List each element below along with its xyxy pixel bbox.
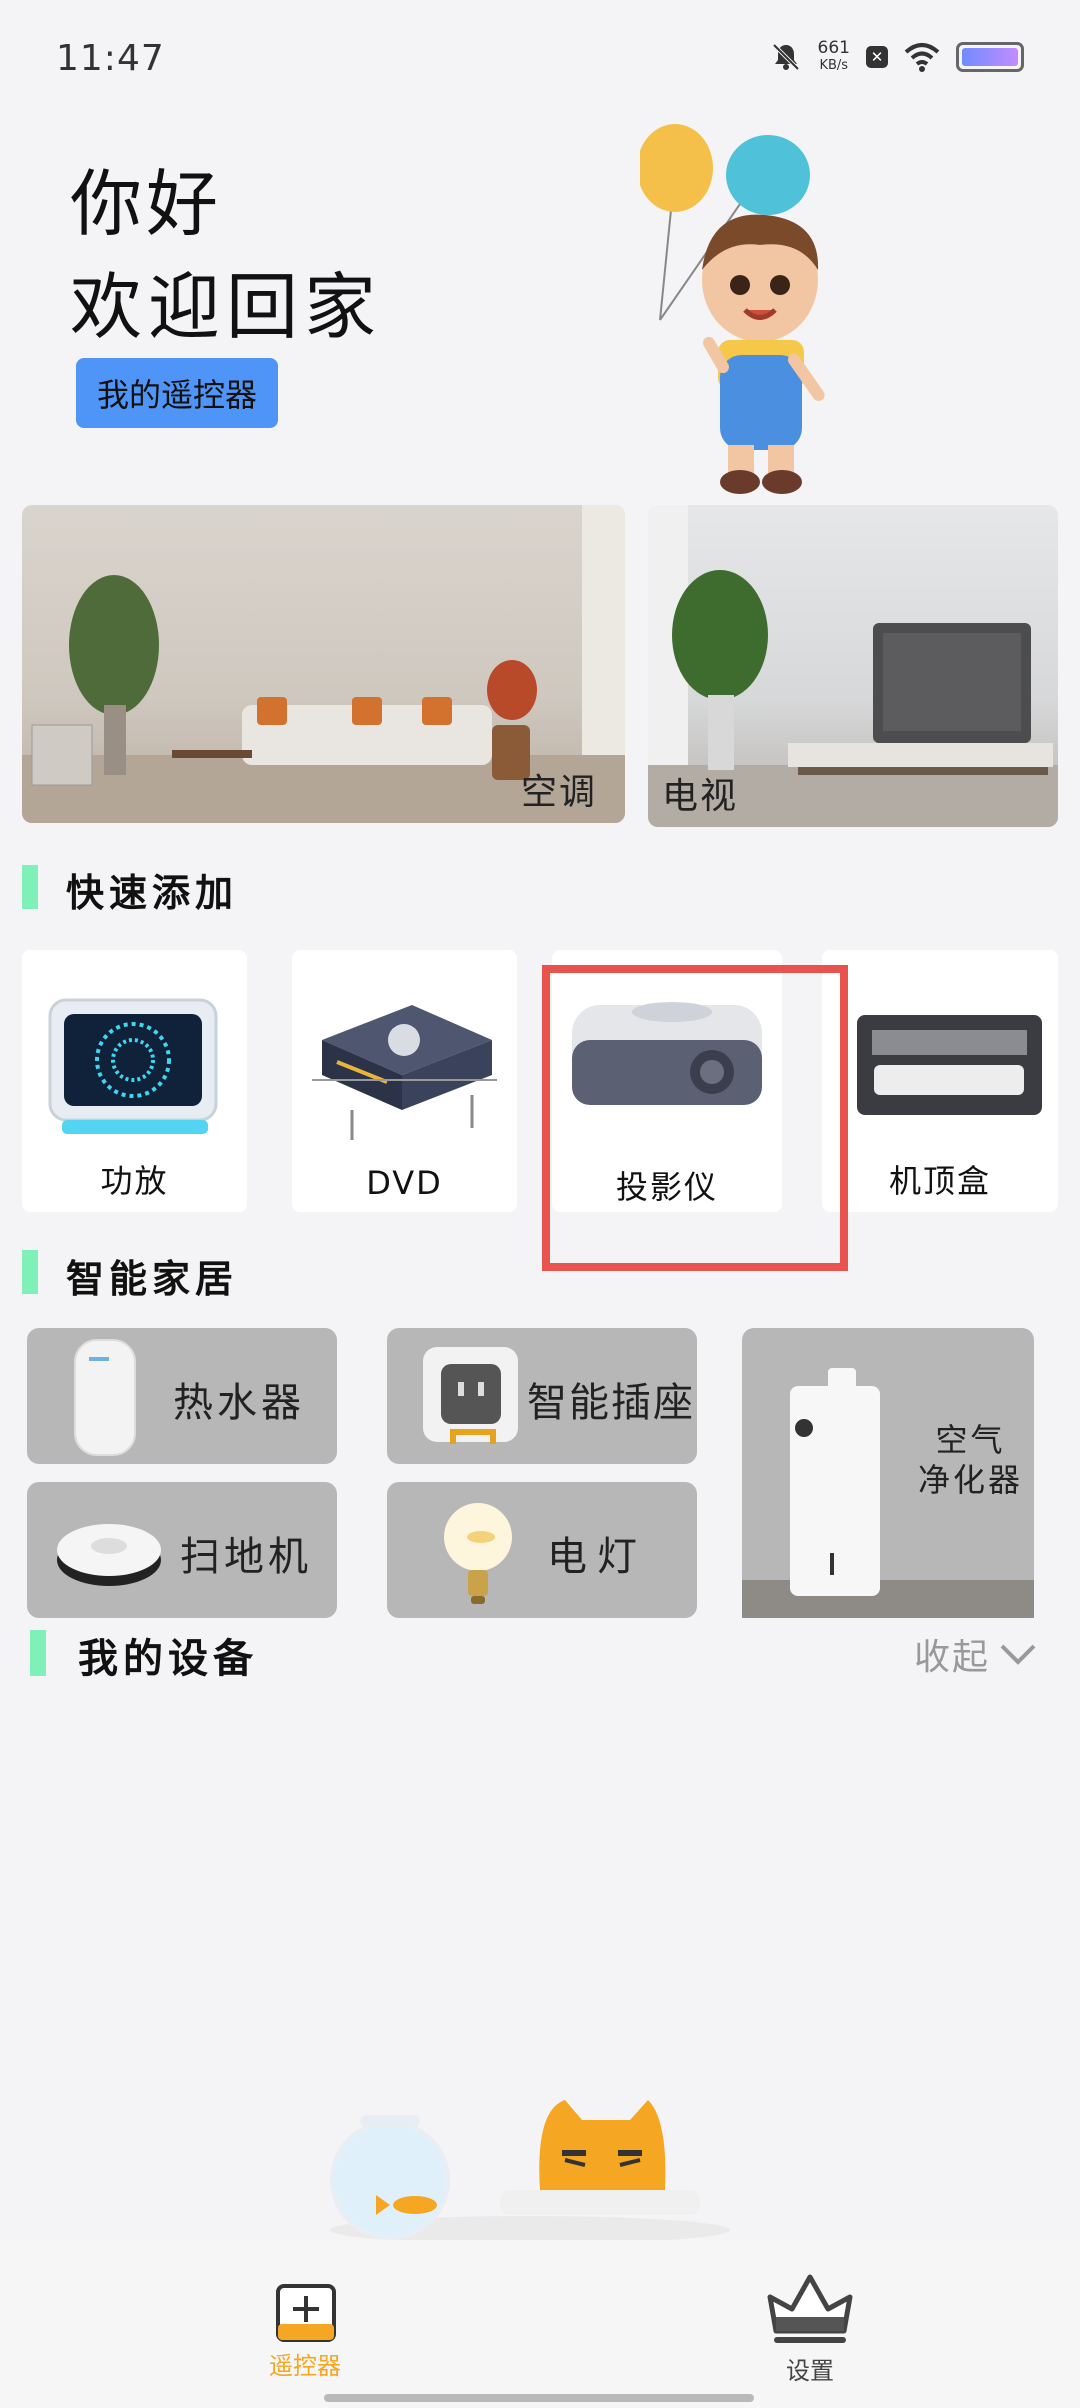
remote-plus-icon — [276, 2284, 336, 2342]
greeting-text: 你好 — [70, 162, 223, 246]
quick-add-amplifier[interactable]: 功放 — [22, 950, 247, 1212]
my-remote-button[interactable]: 我的遥控器 — [76, 358, 278, 428]
smart-home-label-air-purifier: 空气 净化器 — [918, 1421, 1024, 1499]
amplifier-icon — [48, 998, 218, 1134]
welcome-text: 欢迎回家 — [70, 265, 383, 349]
smart-home-label-smart-socket: 智能插座 — [527, 1380, 695, 1426]
robot-vacuum-icon — [57, 1524, 161, 1586]
section-bar-my-devices — [30, 1630, 46, 1676]
quick-add-set-top-box[interactable]: 机顶盒 — [822, 950, 1058, 1212]
quick-add-label-set-top-box: 机顶盒 — [888, 1162, 991, 1200]
room-card-air-conditioner[interactable]: 空调 — [22, 505, 625, 823]
light-bulb-icon — [444, 1503, 512, 1604]
nav-label-settings: 设置 — [786, 2357, 834, 2385]
smart-home-light[interactable]: 电灯 — [387, 1482, 697, 1618]
smart-home-label-light: 电灯 — [547, 1534, 647, 1580]
collapse-toggle[interactable]: 收起 — [914, 1628, 1038, 1680]
nav-item-settings[interactable]: 设置 — [735, 2265, 885, 2386]
bottom-nav — [0, 2240, 1080, 2408]
boy-balloon-illustration — [640, 124, 825, 494]
home-indicator[interactable] — [324, 2394, 754, 2402]
status-time: 11:47 — [56, 38, 165, 79]
section-bar-quick-add — [22, 865, 38, 909]
smart-home-label-robot-vacuum: 扫地机 — [180, 1534, 312, 1580]
smart-home-air-purifier[interactable]: 空气 净化器 — [742, 1328, 1034, 1618]
set-top-box-icon — [857, 1015, 1042, 1115]
highlight-box — [542, 965, 848, 1271]
smart-home-smart-socket[interactable]: 智能插座 — [387, 1328, 697, 1464]
quick-add-label-amplifier: 功放 — [100, 1162, 169, 1200]
chevron-down-icon — [1000, 1644, 1036, 1665]
close-box-icon: ✕ — [866, 46, 888, 68]
dvd-player-icon — [312, 1005, 497, 1140]
status-icons: 661 KB/s ✕ — [770, 40, 1024, 74]
section-bar-smart-home — [22, 1250, 38, 1294]
section-title-my-devices: 我的设备 — [78, 1636, 258, 1682]
smart-home-water-heater[interactable]: 热水器 — [27, 1328, 337, 1464]
water-heater-icon — [74, 1339, 136, 1456]
room-label-air-conditioner: 空调 — [520, 772, 597, 813]
smart-socket-icon — [423, 1347, 518, 1444]
smart-home-label-water-heater: 热水器 — [173, 1380, 305, 1426]
room-label-tv: 电视 — [662, 776, 739, 817]
section-title-smart-home: 智能家居 — [66, 1257, 239, 1301]
quick-add-dvd[interactable]: DVD — [292, 950, 517, 1212]
section-title-quick-add: 快速添加 — [66, 871, 239, 915]
collapse-label: 收起 — [913, 1637, 990, 1678]
cat-fishbowl-illustration — [330, 2100, 730, 2240]
battery-icon — [956, 42, 1024, 72]
wifi-icon — [904, 43, 940, 72]
nav-label-remote: 遥控器 — [269, 2352, 341, 2380]
quick-add-label-dvd: DVD — [366, 1164, 443, 1202]
network-speed: 661 KB/s — [817, 38, 850, 74]
crown-settings-icon — [767, 2274, 853, 2343]
smart-home-robot-vacuum[interactable]: 扫地机 — [27, 1482, 337, 1618]
nav-item-remote[interactable]: 遥控器 — [230, 2282, 380, 2381]
room-card-tv[interactable]: 电视 — [648, 505, 1058, 827]
bell-muted-icon — [772, 43, 799, 71]
